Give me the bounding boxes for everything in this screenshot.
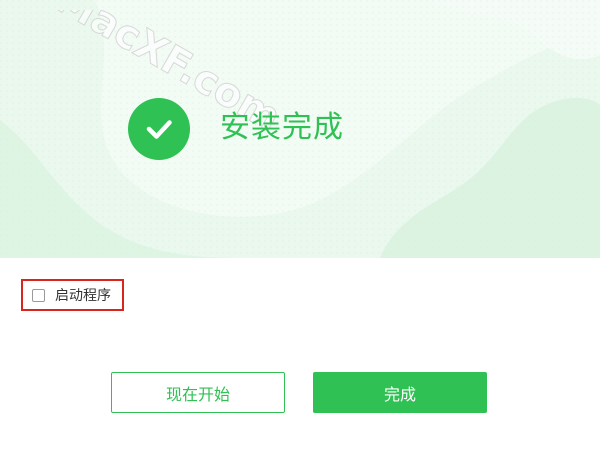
launch-program-option[interactable]: 启动程序 — [21, 279, 124, 311]
success-check-icon — [128, 98, 190, 160]
installer-window: MacXF.com 安装完成 启动程序 现在开始 完成 — [0, 0, 600, 450]
check-icon — [146, 120, 172, 139]
launch-checkbox-label: 启动程序 — [55, 288, 111, 304]
launch-checkbox[interactable] — [32, 288, 45, 302]
page-title: 安装完成 — [220, 110, 344, 145]
completion-banner: MacXF.com 安装完成 — [0, 0, 600, 258]
finish-button[interactable]: 完成 — [313, 372, 487, 413]
start-now-button[interactable]: 现在开始 — [111, 372, 285, 413]
